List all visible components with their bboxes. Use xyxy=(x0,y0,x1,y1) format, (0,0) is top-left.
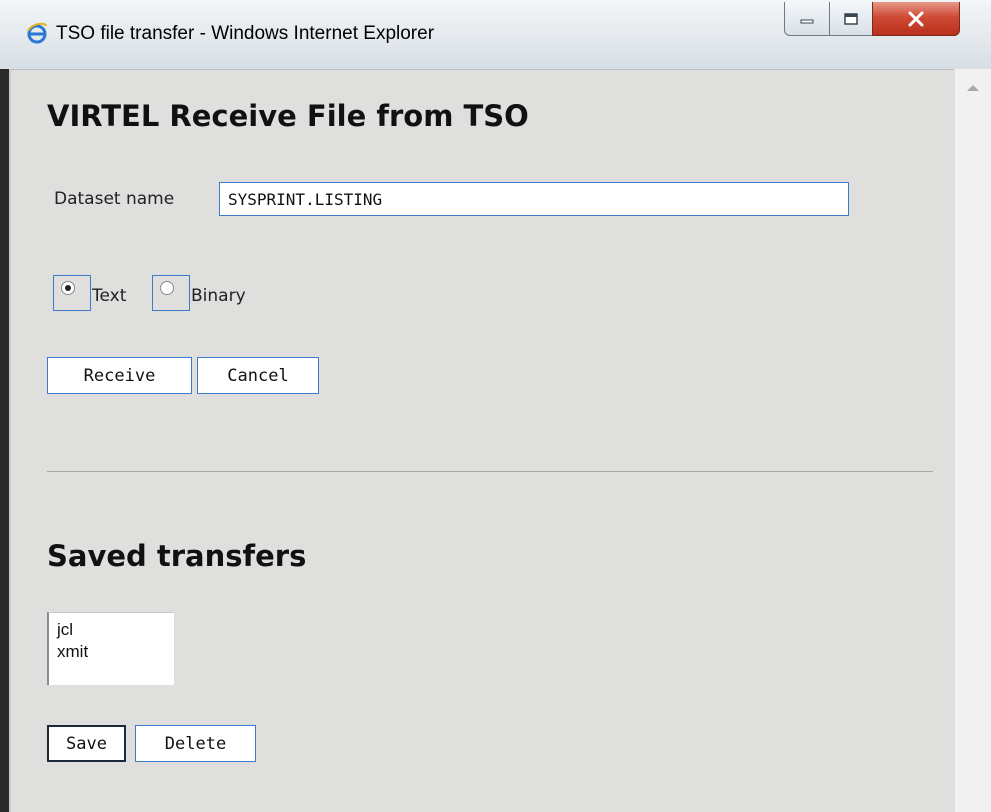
dataset-name-input[interactable] xyxy=(219,182,849,216)
radio-text-label: Text xyxy=(92,286,127,306)
radio-text-indicator xyxy=(61,281,75,295)
maximize-icon xyxy=(844,12,858,25)
window-title: TSO file transfer - Windows Internet Exp… xyxy=(56,23,435,44)
receive-button[interactable]: Receive xyxy=(47,357,192,394)
ie-icon xyxy=(27,22,47,44)
minimize-button[interactable] xyxy=(784,2,830,36)
cancel-button[interactable]: Cancel xyxy=(197,357,319,394)
radio-binary-label: Binary xyxy=(191,286,246,306)
list-item[interactable]: xmit xyxy=(57,641,174,663)
page-content: VIRTEL Receive File from TSO Dataset nam… xyxy=(11,69,954,812)
radio-text[interactable] xyxy=(53,275,91,311)
section-divider xyxy=(47,471,933,472)
window-left-edge xyxy=(0,69,9,812)
scroll-up-icon[interactable] xyxy=(967,85,979,91)
close-icon xyxy=(908,11,924,26)
maximize-button[interactable] xyxy=(829,2,873,36)
radio-binary[interactable] xyxy=(152,275,190,311)
save-button[interactable]: Save xyxy=(47,725,126,762)
dataset-name-label: Dataset name xyxy=(54,189,175,209)
radio-binary-indicator xyxy=(160,281,174,295)
window-titlebar: TSO file transfer - Windows Internet Exp… xyxy=(0,0,991,70)
close-button[interactable] xyxy=(872,2,960,36)
minimize-icon xyxy=(800,19,814,23)
vertical-scrollbar[interactable] xyxy=(954,69,991,812)
delete-button[interactable]: Delete xyxy=(135,725,256,762)
saved-transfers-heading: Saved transfers xyxy=(47,539,307,573)
receive-heading: VIRTEL Receive File from TSO xyxy=(47,99,529,133)
saved-transfers-list[interactable]: jcl xmit xyxy=(47,612,174,685)
list-item[interactable]: jcl xyxy=(57,619,174,641)
